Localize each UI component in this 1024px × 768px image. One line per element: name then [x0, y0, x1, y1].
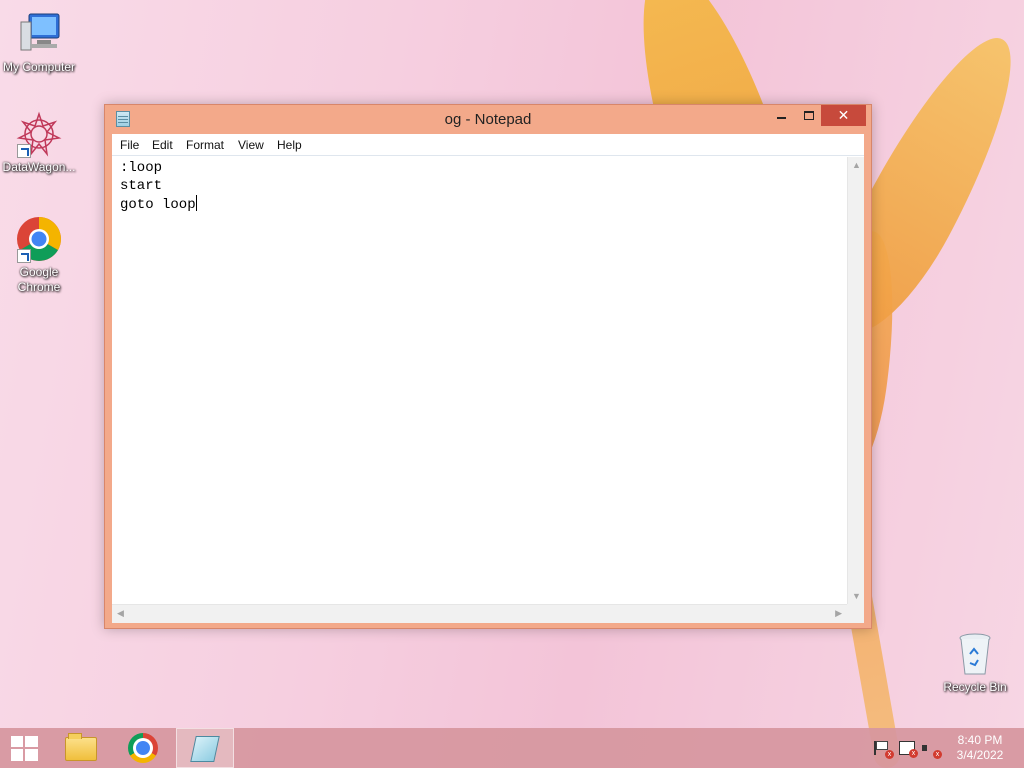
notepad-icon — [190, 736, 220, 762]
scroll-right-arrow-icon[interactable]: ▶ — [835, 608, 842, 619]
minimize-button[interactable] — [768, 105, 795, 126]
close-icon: ✕ — [837, 107, 850, 123]
system-clock[interactable]: 8:40 PM 3/4/2022 — [944, 733, 1016, 763]
file-explorer-icon — [65, 733, 97, 761]
text-line: start — [120, 178, 163, 194]
start-icon — [11, 736, 38, 761]
volume-muted-icon[interactable]: x — [922, 741, 942, 759]
action-center-flag-icon[interactable]: x — [874, 741, 894, 759]
notepad-client-area: File Edit Format View Help :loop start got… — [112, 134, 864, 623]
vertical-scrollbar[interactable]: ▲ ▼ — [847, 157, 864, 604]
text-line-content: goto loop — [120, 197, 196, 213]
text-editor[interactable]: :loop start goto loop — [112, 157, 847, 604]
taskbar-notepad[interactable] — [176, 728, 234, 768]
text-line-current: goto loop — [120, 195, 847, 213]
start-button[interactable] — [0, 728, 48, 768]
network-icon[interactable]: x — [899, 741, 918, 758]
clock-date: 3/4/2022 — [956, 748, 1004, 762]
desktop-icon-label: DataWagon... — [2, 160, 76, 174]
desktop-icon-label: Google Chrome — [17, 265, 61, 294]
datawagon-icon — [15, 110, 63, 158]
desktop-icon-datawagon[interactable]: DataWagon... — [0, 110, 78, 175]
scrollbar-corner — [847, 604, 864, 623]
taskbar-chrome[interactable] — [114, 728, 172, 768]
taskbar-file-explorer[interactable] — [52, 728, 110, 768]
desktop-icon-recycle-bin[interactable]: Recycle Bin — [936, 630, 1014, 695]
maximize-icon — [803, 111, 814, 121]
text-line: :loop — [120, 160, 163, 176]
desktop-icon-my-computer[interactable]: My Computer — [0, 10, 78, 75]
shortcut-arrow-icon — [17, 249, 31, 263]
window-title: og - Notepad — [444, 111, 532, 128]
scroll-down-arrow-icon[interactable]: ▼ — [852, 591, 861, 601]
title-bar[interactable]: og - Notepad ✕ — [105, 105, 871, 133]
recycle-bin-icon — [951, 630, 999, 678]
clock-time: 8:40 PM — [957, 733, 1003, 747]
chrome-icon — [128, 733, 158, 763]
menu-help[interactable]: Help — [277, 138, 302, 152]
text-caret — [195, 195, 197, 211]
menu-bar: File Edit Format View Help — [112, 134, 864, 156]
desktop-icon-label: Recycle Bin — [943, 680, 1007, 694]
chrome-icon — [15, 215, 63, 263]
minimize-icon — [777, 116, 786, 119]
shortcut-arrow-icon — [17, 144, 31, 158]
taskbar: x x x 8:40 PM 3/4/2022 — [0, 728, 1024, 768]
desktop-icon-google-chrome[interactable]: Google Chrome — [0, 215, 78, 295]
menu-edit[interactable]: Edit — [152, 138, 173, 152]
computer-icon — [15, 10, 63, 58]
menu-view[interactable]: View — [238, 138, 264, 152]
close-button[interactable]: ✕ — [821, 105, 866, 126]
scroll-left-arrow-icon[interactable]: ◀ — [117, 608, 124, 619]
notepad-window[interactable]: og - Notepad ✕ File Edit Format View Hel… — [104, 104, 872, 629]
desktop-icon-label: My Computer — [2, 60, 76, 74]
scroll-up-arrow-icon[interactable]: ▲ — [852, 160, 861, 170]
horizontal-scrollbar[interactable]: ◀ ▶ — [112, 604, 847, 623]
menu-format[interactable]: Format — [186, 138, 224, 152]
menu-file[interactable]: File — [120, 138, 139, 152]
maximize-button[interactable] — [795, 105, 822, 126]
